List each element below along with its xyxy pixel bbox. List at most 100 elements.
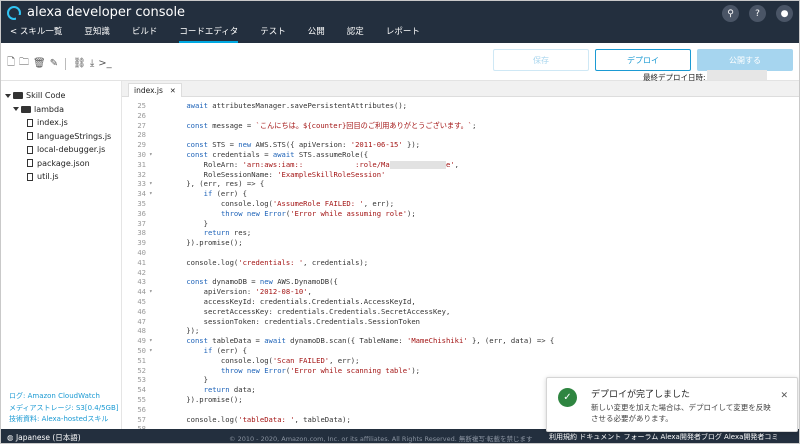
new-file-icon[interactable]: 🗋 [7,55,15,72]
code-line[interactable]: 51 console.log('Scan FAILED', err); [122,355,799,366]
close-icon[interactable]: ✕ [780,391,788,401]
code-line[interactable]: 35 console.log('AssumeRole FAILED: ', er… [122,199,799,209]
search-icon[interactable]: ⚲ [722,5,739,22]
nav-build[interactable]: ビルド [132,23,158,43]
code-line[interactable]: 27 const message = `こんにちは。${counter}回目のご… [122,121,799,131]
docs-link[interactable]: 技術資料: Alexa-hostedスキル [9,414,118,426]
code-text: }); [169,326,200,336]
deploy-success-toast: ✓ デプロイが完了しました 新しい変更を加えた場合は、デプロイして変更を反映させ… [546,377,798,432]
nav-code-editor[interactable]: コードエディタ [179,23,238,43]
line-number: 49 [137,336,146,346]
code-text: const dynamoDB = new AWS.DynamoDB({ [186,277,338,287]
code-line[interactable]: 39 }).promise(); [122,238,799,248]
fold-toggle-icon[interactable]: ▾ [149,179,153,189]
redacted-account-id [390,160,446,169]
line-number: 55 [137,395,146,404]
tree-root[interactable]: Skill Code [5,89,111,103]
footer-links[interactable]: 利用規約 ドキュメント フォーラム Alexa開発者ブログ Alexa開発者コミ [549,432,778,442]
code-line[interactable]: 38 return res; [122,228,799,238]
fold-toggle-icon[interactable]: ▾ [149,150,153,160]
nav-trivia[interactable]: 豆知識 [84,23,110,43]
code-line[interactable]: 44 ▾ apiVersion: '2012-08-10', [122,287,799,297]
line-number: 45 [137,297,146,306]
fold-toggle-icon[interactable]: ▾ [149,189,153,199]
nav-test[interactable]: テスト [260,23,286,43]
code-line[interactable]: 29 const STS = new AWS.STS({ apiVersion:… [122,140,799,150]
tree-file[interactable]: local-debugger.js [5,143,111,157]
download-icon[interactable]: ⤓ [90,58,94,69]
tree-file[interactable]: package.json [5,157,111,171]
link-icon[interactable]: ⛓ [73,58,86,69]
code-line[interactable]: 46 secretAccessKey: credentials.Credenti… [122,307,799,317]
nav-report[interactable]: レポート [386,23,420,43]
tree-file[interactable]: languageStrings.js [5,130,111,144]
new-folder-icon[interactable]: 🗀 [19,55,29,72]
save-button[interactable]: 保存 [493,49,589,71]
fold-toggle-icon[interactable]: ▾ [149,336,153,346]
code-line[interactable]: 25 await attributesManager.savePersisten… [122,101,799,111]
file-icon [27,132,33,140]
terminal-icon[interactable]: >_ [98,58,111,69]
tree-file-label: languageStrings.js [37,131,112,141]
nav-back-skill-list[interactable]: < スキル一覧 [10,23,62,43]
folder-icon [13,92,23,99]
code-line[interactable]: 36 throw new Error('Error while assuming… [122,208,799,219]
line-number: 54 [137,385,146,395]
code-text: return res; [203,228,252,238]
code-text: sessionToken: credentials.Credentials.Se… [169,316,420,326]
code-line[interactable]: 50 ▾ if (err) { [122,346,799,356]
code-text: throw new Error('Error while assuming ro… [220,208,416,218]
line-number: 34 [137,189,146,199]
code-text: const STS = new AWS.STS({ apiVersion: '2… [186,140,421,150]
redacted-timestamp [707,70,767,80]
brand[interactable]: alexa developer console [7,5,185,20]
line-number: 53 [137,375,146,385]
rename-icon[interactable]: ✎ [50,58,58,69]
tree-file-label: local-debugger.js [37,145,106,154]
publish-button[interactable]: 公開する [697,49,793,71]
fold-toggle-icon[interactable]: ▾ [149,346,153,356]
code-text: console.log('tableData: ', tableData); [169,414,351,424]
alexa-logo-icon [7,5,21,20]
nav-certification[interactable]: 認定 [347,23,364,43]
line-number: 48 [137,326,146,336]
top-header: alexa developer console ⚲ ? ● < スキル一覧 豆知… [1,1,799,43]
help-icon[interactable]: ? [749,5,766,22]
delete-icon[interactable]: 🗑 [33,58,46,69]
language-selector[interactable]: ◍ Japanese (日本語) [7,432,81,443]
file-icon [27,159,33,167]
line-number: 33 [137,179,146,189]
code-line[interactable]: 40 [122,248,799,258]
tab-index-js[interactable]: index.js ✕ [128,83,182,97]
tree-file[interactable]: util.js [5,170,111,184]
fold-toggle-icon[interactable]: ▾ [149,287,153,297]
code-line[interactable]: 42 [122,268,799,278]
code-line[interactable]: 52 throw new Error('Error while scanning… [122,366,799,376]
cloudwatch-link[interactable]: ログ: Amazon CloudWatch [9,391,118,403]
tree-folder-lambda[interactable]: lambda [5,103,111,117]
code-line[interactable]: 31 RoleArn: 'arn:aws:iam:: :role/MameChi… [122,160,799,170]
code-line[interactable]: 41 console.log('credentials: ', credenti… [122,258,799,268]
code-line[interactable]: 30 ▾ const credentials = await STS.assume… [122,150,799,160]
code-text: const credentials = await STS.assumeRole… [186,150,369,159]
code-line[interactable]: 34 ▾ if (err) { [122,189,799,199]
code-line[interactable]: 48 }); [122,326,799,336]
nav-publish[interactable]: 公開 [308,23,325,43]
media-storage-link[interactable]: メディアストレージ: S3[0.4/5GB] [9,403,118,415]
account-icon[interactable]: ● [776,5,793,22]
code-line[interactable]: 47 sessionToken: credentials.Credentials… [122,316,799,327]
code-line[interactable]: 49 ▾ const tableData = await dynamoDB.sca… [122,336,799,346]
code-text: }).promise(); [169,238,243,248]
code-line[interactable]: 33 ▾ }, (err, res) => { [122,179,799,189]
code-line[interactable]: 26 [122,111,799,121]
code-line[interactable]: 28 [122,130,799,140]
code-text: console.log('Scan FAILED', err); [169,355,360,365]
code-line[interactable]: 32 RoleSessionName: 'ExampleSkillRoleSes… [122,170,799,180]
close-tab-icon[interactable]: ✕ [170,87,176,95]
code-line[interactable]: 37 } [122,219,799,229]
line-number: 44 [137,287,146,297]
tree-file[interactable]: index.js [5,116,111,130]
code-line[interactable]: 43 const dynamoDB = new AWS.DynamoDB({ [122,277,799,287]
deploy-button[interactable]: デプロイ [595,49,691,71]
code-line[interactable]: 45 accessKeyId: credentials.Credentials.… [122,297,799,307]
